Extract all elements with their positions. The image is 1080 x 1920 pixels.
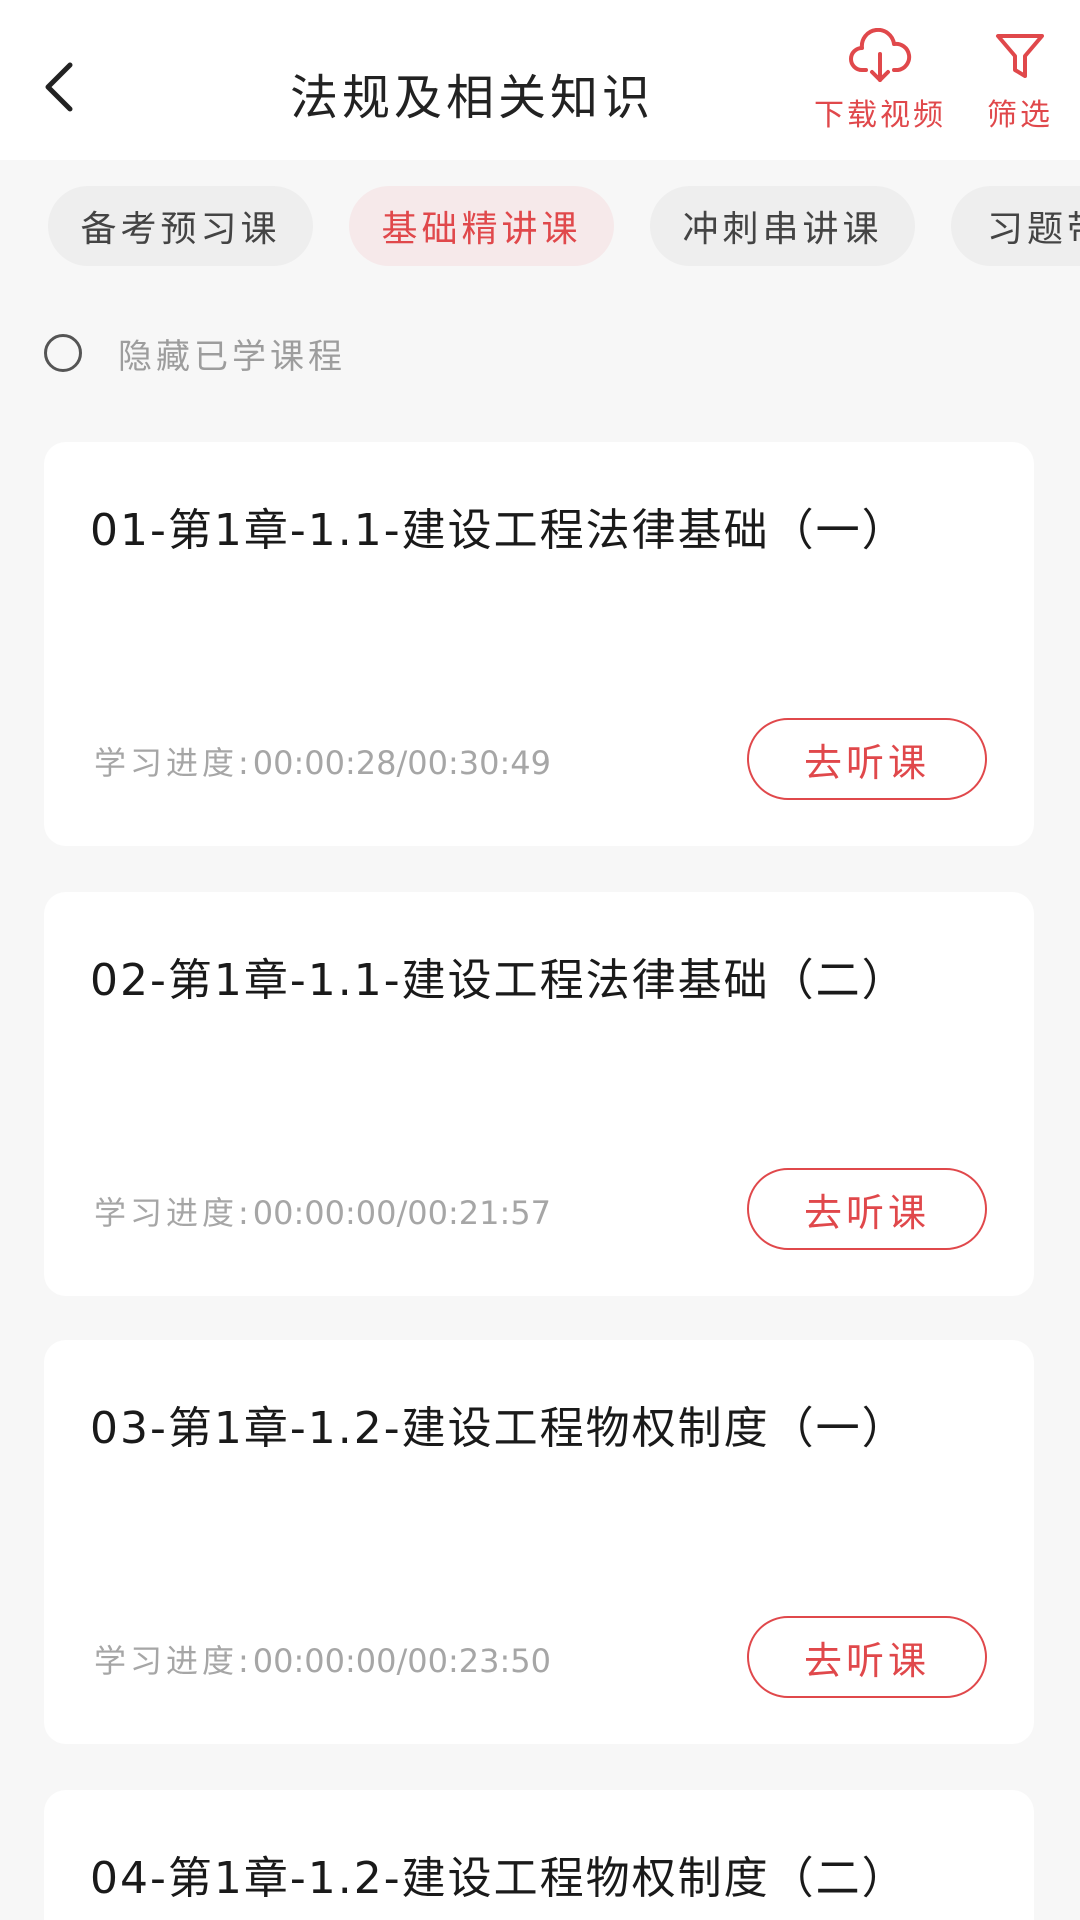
course-card: 01-第1章-1.1-建设工程法律基础（一） 学习进度:00:00:28/00:… <box>44 442 1034 846</box>
course-title: 04-第1章-1.2-建设工程物权制度（二） <box>90 1853 908 1904</box>
listen-button[interactable]: 去听课 <box>747 1616 987 1698</box>
filter-button[interactable]: 筛选 <box>980 28 1060 134</box>
chevron-left-icon <box>45 62 73 112</box>
listen-button[interactable]: 去听课 <box>747 1168 987 1250</box>
course-card: 02-第1章-1.1-建设工程法律基础（二） 学习进度:00:00:00/00:… <box>44 892 1034 1296</box>
hide-learned-label: 隐藏已学课程 <box>118 336 346 377</box>
tab-exercise[interactable]: 习题带 <box>951 186 1080 266</box>
tab-basic[interactable]: 基础精讲课 <box>349 186 614 266</box>
progress-label: 学习进度: <box>94 1194 253 1232</box>
page-title: 法规及相关知识 <box>290 70 655 126</box>
cloud-download-icon <box>849 28 912 82</box>
course-progress: 学习进度:00:00:28/00:30:49 <box>94 738 551 784</box>
top-bar: 法规及相关知识 下载视频 筛选 <box>0 0 1080 160</box>
course-card: 04-第1章-1.2-建设工程物权制度（二） <box>44 1790 1034 1920</box>
tab-sprint[interactable]: 冲刺串讲课 <box>650 186 915 266</box>
course-progress: 学习进度:00:00:00/00:23:50 <box>94 1636 551 1682</box>
course-title: 01-第1章-1.1-建设工程法律基础（一） <box>90 505 908 556</box>
listen-button[interactable]: 去听课 <box>747 718 987 800</box>
course-card: 03-第1章-1.2-建设工程物权制度（一） 学习进度:00:00:00/00:… <box>44 1340 1034 1744</box>
back-button[interactable] <box>30 52 90 122</box>
filter-label: 筛选 <box>987 98 1053 133</box>
course-title: 03-第1章-1.2-建设工程物权制度（一） <box>90 1403 908 1454</box>
course-type-tabs: 备考预习课 基础精讲课 冲刺串讲课 习题带 <box>0 186 1080 268</box>
tab-prep[interactable]: 备考预习课 <box>48 186 313 266</box>
progress-value: 00:00:00/00:23:50 <box>252 1642 552 1680</box>
progress-value: 00:00:28/00:30:49 <box>252 744 552 782</box>
progress-label: 学习进度: <box>94 1642 253 1680</box>
filter-icon <box>996 34 1044 78</box>
progress-value: 00:00:00/00:21:57 <box>252 1194 552 1232</box>
course-title: 02-第1章-1.1-建设工程法律基础（二） <box>90 955 908 1006</box>
hide-learned-toggle[interactable]: 隐藏已学课程 <box>44 328 346 378</box>
progress-label: 学习进度: <box>94 744 253 782</box>
download-video-label: 下载视频 <box>814 98 946 133</box>
hide-learned-radio[interactable] <box>44 334 82 372</box>
download-video-button[interactable]: 下载视频 <box>810 28 950 134</box>
course-progress: 学习进度:00:00:00/00:21:57 <box>94 1188 551 1234</box>
